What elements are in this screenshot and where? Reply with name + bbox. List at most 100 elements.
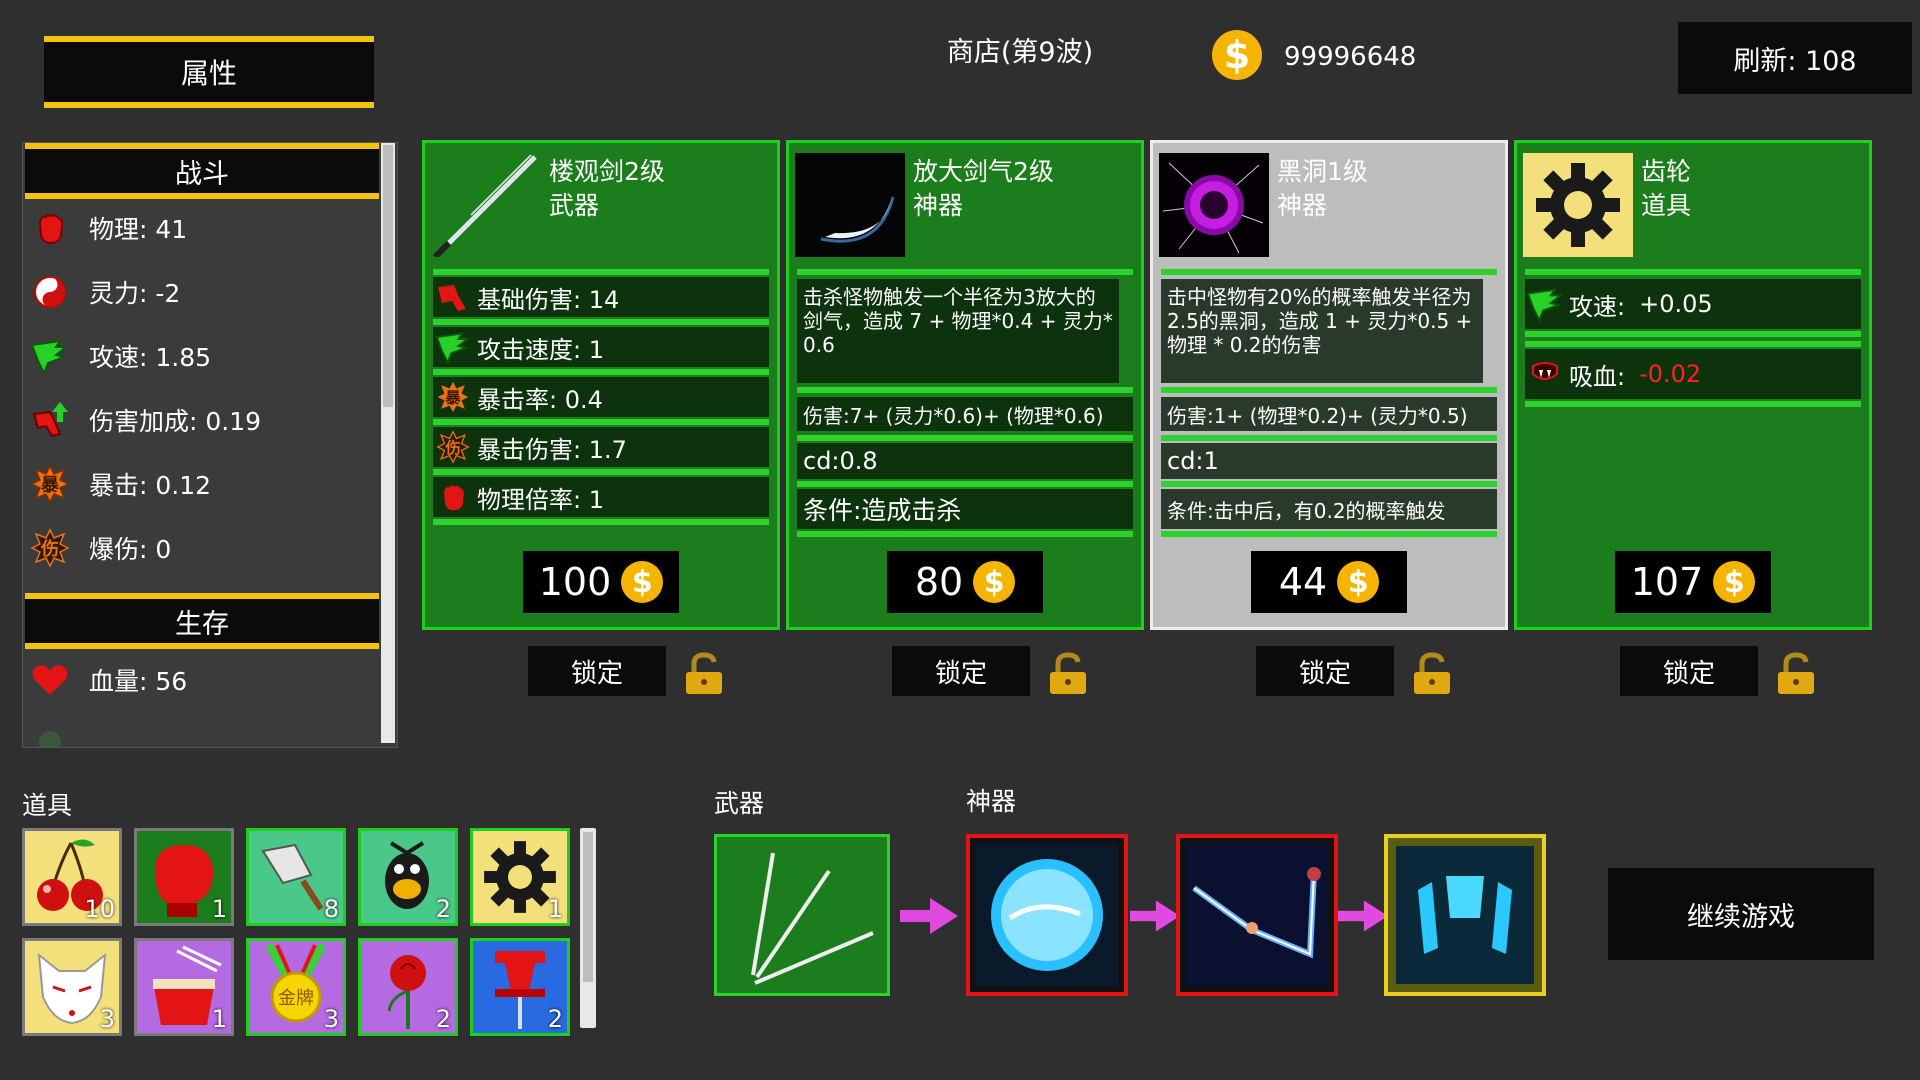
vampire-icon bbox=[1525, 356, 1565, 392]
card-name: 楼观剑2级 bbox=[549, 157, 665, 186]
continue-game-button[interactable]: 继续游戏 bbox=[1608, 868, 1874, 960]
prop-slot[interactable]: 金牌 3 bbox=[246, 938, 346, 1036]
prop-slot[interactable]: 2 bbox=[358, 828, 458, 926]
price-value: 80 bbox=[914, 560, 964, 604]
unlocked-padlock-icon[interactable] bbox=[684, 652, 724, 696]
card-attr-row: 攻击速度: 1 bbox=[433, 327, 769, 367]
item-count: 2 bbox=[547, 1005, 563, 1033]
card-description: 击中怪物有20%的概率触发半径为2.5的黑洞，造成 1 + 灵力*0.5 + 物… bbox=[1161, 279, 1483, 383]
stat-crit-damage: 伤 爆伤: 0 bbox=[29, 523, 171, 573]
shop-title: 商店(第9波) bbox=[946, 37, 1094, 68]
props-title: 道具 bbox=[22, 791, 73, 820]
price-tag[interactable]: 107 $ bbox=[1615, 551, 1771, 613]
prop-slot[interactable]: 1 bbox=[134, 828, 234, 926]
fist-icon bbox=[29, 207, 71, 249]
svg-text:暴: 暴 bbox=[445, 389, 461, 407]
item-count: 8 bbox=[323, 895, 339, 923]
speed-wing-icon bbox=[29, 335, 71, 377]
lock-button-3[interactable]: 锁定 bbox=[1256, 646, 1394, 696]
divider bbox=[1525, 269, 1861, 275]
equipped-artifact-slot-1[interactable] bbox=[966, 834, 1128, 996]
props-scrollbar[interactable] bbox=[580, 828, 596, 1028]
prop-slot[interactable]: 1 bbox=[134, 938, 234, 1036]
triple-sword-icon bbox=[751, 852, 874, 985]
card-attr-row: 物理倍率: 1 bbox=[433, 477, 769, 517]
item-count: 3 bbox=[323, 1005, 339, 1033]
price-tag[interactable]: 44 $ bbox=[1251, 551, 1407, 613]
divider bbox=[433, 369, 769, 375]
price-tag[interactable]: 100 $ bbox=[523, 551, 679, 613]
divider bbox=[433, 519, 769, 525]
prop-slot[interactable]: 8 bbox=[246, 828, 346, 926]
attributes-header[interactable]: 属性 bbox=[44, 36, 374, 108]
prop-slot[interactable]: 1 bbox=[470, 828, 570, 926]
heart-icon bbox=[29, 659, 71, 701]
divider bbox=[433, 319, 769, 325]
divider bbox=[433, 469, 769, 475]
stat-crit: 暴 暴击: 0.12 bbox=[29, 459, 211, 509]
coin-icon: $ bbox=[1713, 561, 1756, 603]
unlocked-padlock-icon[interactable] bbox=[1412, 652, 1452, 696]
crit-damage-icon: 伤 bbox=[29, 527, 71, 569]
prop-slot[interactable]: 3 bbox=[22, 938, 122, 1036]
damage-icon bbox=[433, 279, 473, 315]
lock-button-1[interactable]: 锁定 bbox=[528, 646, 666, 696]
item-count: 3 bbox=[99, 1005, 115, 1033]
card-type: 神器 bbox=[1277, 191, 1328, 220]
stats-scrollbar[interactable] bbox=[381, 143, 395, 743]
price-value: 44 bbox=[1278, 560, 1328, 604]
card-type: 道具 bbox=[1641, 191, 1692, 220]
stat-partial-next bbox=[29, 717, 89, 747]
card-condition: 条件:造成击杀 bbox=[797, 489, 1133, 529]
equipped-artifact-slot-2[interactable] bbox=[1176, 834, 1338, 996]
leaf-icon bbox=[29, 721, 71, 747]
stats-scroll-thumb[interactable] bbox=[383, 145, 393, 407]
card-type: 武器 bbox=[549, 191, 600, 220]
item-count: 1 bbox=[211, 895, 227, 923]
prop-slot[interactable]: 2 bbox=[358, 938, 458, 1036]
stat-attack-speed: 攻速: 1.85 bbox=[29, 331, 211, 381]
coin-icon: $ bbox=[1212, 30, 1262, 80]
arrow-right-icon bbox=[900, 896, 958, 936]
price-tag[interactable]: 80 $ bbox=[887, 551, 1043, 613]
stat-spirit: 灵力: -2 bbox=[29, 267, 180, 317]
attr-value: +0.05 bbox=[1639, 290, 1713, 318]
crit-damage-icon: 伤 bbox=[433, 429, 473, 465]
stat-damage-bonus: 伤害加成: 0.19 bbox=[29, 395, 261, 445]
card-formula: 伤害:7+ (灵力*0.6)+ (物理*0.6) bbox=[797, 397, 1133, 431]
coin-amount: 99996648 bbox=[1284, 42, 1417, 72]
unlocked-padlock-icon[interactable] bbox=[1776, 652, 1816, 696]
crit-icon: 暴 bbox=[29, 463, 71, 505]
gear-icon bbox=[1523, 153, 1633, 257]
equipped-weapon-slot[interactable] bbox=[714, 834, 890, 996]
lock-button-2[interactable]: 锁定 bbox=[892, 646, 1030, 696]
divider bbox=[1161, 531, 1497, 537]
fist-icon bbox=[433, 479, 473, 515]
unlocked-padlock-icon[interactable] bbox=[1048, 652, 1088, 696]
item-count: 2 bbox=[435, 1005, 451, 1033]
prop-slot[interactable]: 2 bbox=[470, 938, 570, 1036]
card-type: 神器 bbox=[913, 191, 964, 220]
item-count: 10 bbox=[84, 895, 115, 923]
card-formula: 伤害:1+ (物理*0.2)+ (灵力*0.5) bbox=[1161, 397, 1497, 431]
crit-icon: 暴 bbox=[433, 379, 473, 415]
prop-slot[interactable]: 10 bbox=[22, 828, 122, 926]
equipped-artifact-slot-3[interactable] bbox=[1384, 834, 1546, 996]
shop-card-1[interactable]: 楼观剑2级 武器 基础伤害: 14 攻击速度: 1 暴 暴击率: 0.4 伤 暴击… bbox=[422, 140, 780, 630]
card-attr-row: 攻速: +0.05 bbox=[1525, 279, 1861, 329]
crystal-shards-icon bbox=[1396, 846, 1534, 984]
lock-button-4[interactable]: 锁定 bbox=[1620, 646, 1758, 696]
props-scroll-thumb[interactable] bbox=[583, 832, 593, 982]
divider bbox=[797, 387, 1133, 393]
shop-card-3[interactable]: 黑洞1级 神器 击中怪物有20%的概率触发半径为2.5的黑洞，造成 1 + 灵力*… bbox=[1150, 140, 1508, 630]
survive-section-header: 生存 bbox=[25, 593, 379, 649]
refresh-button[interactable]: 刷新: 108 bbox=[1678, 22, 1912, 94]
card-cd: cd:1 bbox=[1161, 443, 1497, 479]
coin-icon: $ bbox=[973, 561, 1016, 603]
item-count: 1 bbox=[211, 1005, 227, 1033]
crescent-slash-icon bbox=[795, 153, 905, 257]
shop-card-2[interactable]: 放大剑气2级 神器 击杀怪物触发一个半径为3放大的剑气，造成 7 + 物理*0.4… bbox=[786, 140, 1144, 630]
card-attr-row: 暴 暴击率: 0.4 bbox=[433, 377, 769, 417]
shop-card-4[interactable]: 齿轮 道具 攻速: +0.05 吸血: -0.02 107 $ bbox=[1514, 140, 1872, 630]
item-count: 2 bbox=[435, 895, 451, 923]
